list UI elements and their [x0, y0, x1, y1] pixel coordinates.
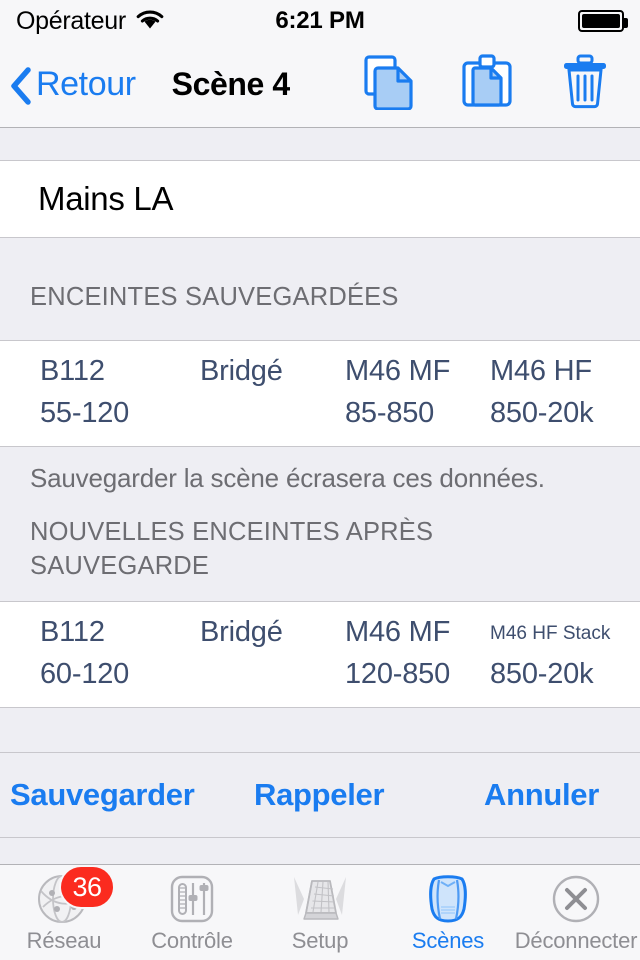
notification-badge: 36: [61, 867, 113, 907]
navigation-bar: Retour Scène 4: [0, 42, 640, 128]
battery-full-icon: [578, 10, 628, 32]
spacer-top: [0, 128, 640, 160]
app-screen: Opérateur 6:21 PM Retour Scène 4 Mains L…: [0, 0, 640, 960]
back-button[interactable]: Retour: [10, 65, 136, 105]
spacer-new-2: [0, 583, 640, 601]
paste-icon: [461, 54, 513, 115]
tab-bar: 36 Réseau Contrôle Setup Scènes Déconnec…: [0, 864, 640, 960]
copy-icon: [363, 54, 415, 115]
speaker-name: B112: [40, 616, 105, 648]
spacer-saved: [0, 238, 640, 280]
new-speaker-3: M46 HF Stack 850-20k: [490, 602, 640, 707]
speaker-range: 55-120: [40, 397, 130, 429]
new-speakers-row: B112 60-120 Bridgé M46 MF 120-850 M46 HF…: [0, 601, 640, 708]
speaker-name: M46 MF: [345, 355, 451, 387]
speaker-range: 60-120: [40, 658, 130, 690]
chevron-left-icon: [10, 66, 32, 105]
saved-speaker-2: M46 MF 85-850: [345, 341, 490, 446]
saved-speaker-0: B112 55-120: [40, 341, 200, 446]
new-speaker-2: M46 MF 120-850: [345, 602, 490, 707]
status-bar: Opérateur 6:21 PM: [0, 0, 640, 42]
warning-note: Sauvegarder la scène écrasera ces donnée…: [30, 463, 545, 493]
new-speaker-0: B112 60-120: [40, 602, 200, 707]
speaker-range: 85-850: [345, 397, 435, 429]
tab-label: Contrôle: [151, 928, 233, 953]
saved-speakers-row: B112 55-120 Bridgé M46 MF 85-850 M46 HF …: [0, 340, 640, 447]
tab-reseau[interactable]: 36 Réseau: [0, 865, 128, 960]
back-button-label: Retour: [36, 65, 136, 103]
cancel-button[interactable]: Annuler: [484, 777, 599, 813]
scenes-icon: [420, 871, 476, 927]
close-circle-icon: [548, 871, 604, 927]
tab-label: Déconnecter: [514, 928, 638, 953]
speaker-name: M46 MF: [345, 616, 451, 648]
new-section-header-line2: SAUVEGARDE: [30, 552, 210, 580]
saved-speaker-1: Bridgé: [200, 341, 345, 446]
copy-button[interactable]: [362, 55, 416, 112]
spacer-note: [0, 447, 640, 461]
speaker-name: M46 HF Stack: [490, 623, 611, 644]
speaker-range: 850-20k: [490, 658, 594, 690]
speaker-range: 120-850: [345, 658, 451, 690]
carrier-label: Opérateur: [16, 6, 126, 35]
spacer-actions: [0, 708, 640, 752]
new-speaker-1: Bridgé: [200, 602, 345, 707]
status-bar-left: Opérateur: [16, 7, 165, 36]
page-title: Scène 4: [171, 66, 291, 102]
tab-controle[interactable]: Contrôle: [128, 865, 256, 960]
wifi-icon: [135, 8, 165, 35]
actions-row: Sauvegarder Rappeler Annuler: [0, 752, 640, 838]
content-area: Mains LA ENCEINTES SAUVEGARDÉES B112 55-…: [0, 128, 640, 864]
paste-button[interactable]: [460, 54, 514, 112]
saved-speaker-3: M46 HF 850-20k: [490, 341, 640, 446]
saved-section-header: ENCEINTES SAUVEGARDÉES: [30, 283, 399, 311]
tab-label: Setup: [291, 928, 349, 953]
tab-scenes[interactable]: Scènes: [384, 865, 512, 960]
speaker-range: 850-20k: [490, 397, 594, 429]
recall-button[interactable]: Rappeler: [254, 777, 385, 813]
faders-icon: [164, 871, 220, 927]
speaker-wedge-icon: [290, 871, 350, 927]
network-globe-icon: 36: [35, 867, 113, 927]
tab-deconnecter[interactable]: Déconnecter: [512, 865, 640, 960]
speaker-name: M46 HF: [490, 355, 592, 387]
tab-setup[interactable]: Setup: [256, 865, 384, 960]
spacer-saved-2: [0, 324, 640, 340]
save-button[interactable]: Sauvegarder: [10, 777, 195, 813]
spacer-new: [0, 501, 640, 515]
delete-button[interactable]: [558, 54, 612, 112]
scene-name-label: Mains LA: [38, 180, 174, 217]
status-bar-right: [578, 10, 628, 32]
tab-label: Scènes: [411, 928, 485, 953]
speaker-name: Bridgé: [200, 616, 283, 648]
trash-icon: [562, 54, 608, 115]
new-section-header-line1: NOUVELLES ENCEINTES APRÈS: [30, 518, 434, 546]
scene-name-row[interactable]: Mains LA: [0, 160, 640, 238]
nav-actions: [362, 54, 626, 112]
speaker-name: B112: [40, 355, 105, 387]
tab-label: Réseau: [26, 928, 102, 953]
speaker-name: Bridgé: [200, 355, 283, 387]
